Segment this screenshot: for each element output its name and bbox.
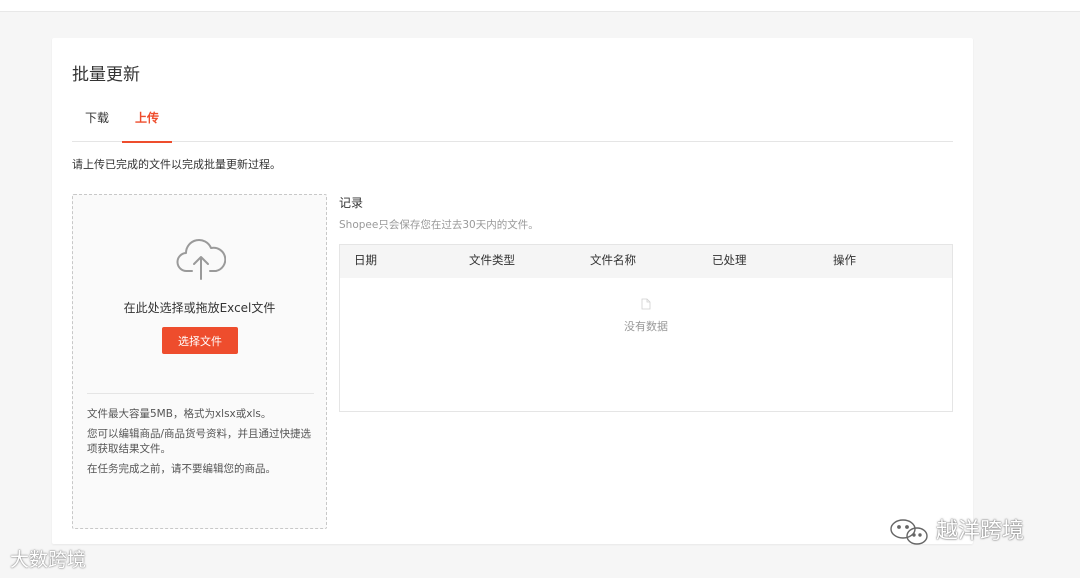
tab-upload[interactable]: 上传 (122, 98, 172, 143)
empty-state: 没有数据 (340, 295, 952, 334)
note-warning: 在任务完成之前，请不要编辑您的商品。 (87, 463, 276, 475)
page-title: 批量更新 (72, 65, 140, 85)
note-edit-info: 您可以编辑商品/商品货号资料，并且通过快捷选项获取结果文件。 (87, 428, 312, 455)
cloud-upload-icon (176, 239, 226, 280)
watermark-right-text: 越洋跨境 (936, 519, 1025, 544)
column-header-file-type: 文件类型 (469, 253, 515, 267)
top-bar (0, 0, 1080, 12)
records-title: 记录 (339, 196, 364, 210)
watermark-right: 越洋跨境 (888, 513, 1024, 547)
upload-notes: 文件最大容量5MB，格式为xlsx或xls。 您可以编辑商品/商品货号资料，并且… (87, 407, 319, 482)
records-section: 记录 Shopee只会保存您在过去30天内的文件。 日期 文件类型 文件名称 已… (339, 194, 953, 412)
wechat-icon (890, 519, 928, 545)
records-table: 日期 文件类型 文件名称 已处理 操作 没有数据 (339, 244, 953, 412)
records-subtitle: Shopee只会保存您在过去30天内的文件。 (339, 219, 539, 231)
column-header-date: 日期 (354, 253, 377, 267)
tab-download[interactable]: 下载 (72, 98, 122, 142)
select-file-button[interactable]: 选择文件 (162, 327, 238, 354)
note-file-size: 文件最大容量5MB，格式为xlsx或xls。 (87, 408, 272, 420)
column-header-processed: 已处理 (712, 253, 747, 267)
instruction-text: 请上传已完成的文件以完成批量更新过程。 (72, 158, 281, 171)
empty-file-icon (641, 298, 651, 310)
tab-bar: 下载 上传 (72, 98, 953, 143)
batch-update-panel: 批量更新 下载 上传 请上传已完成的文件以完成批量更新过程。 在此处选择或拖放E… (52, 38, 973, 544)
dropzone-label: 在此处选择或拖放Excel文件 (123, 301, 276, 315)
column-header-file-name: 文件名称 (590, 253, 636, 267)
column-header-actions: 操作 (833, 253, 856, 267)
upload-dropzone[interactable]: 在此处选择或拖放Excel文件 选择文件 文件最大容量5MB，格式为xlsx或x… (72, 194, 327, 529)
watermark-left-text: 大数跨境 (10, 549, 87, 571)
table-header: 日期 文件类型 文件名称 已处理 操作 (340, 245, 952, 278)
watermark-left: 大数跨境 (10, 545, 86, 572)
empty-state-text: 没有数据 (624, 320, 668, 333)
divider (87, 393, 314, 394)
